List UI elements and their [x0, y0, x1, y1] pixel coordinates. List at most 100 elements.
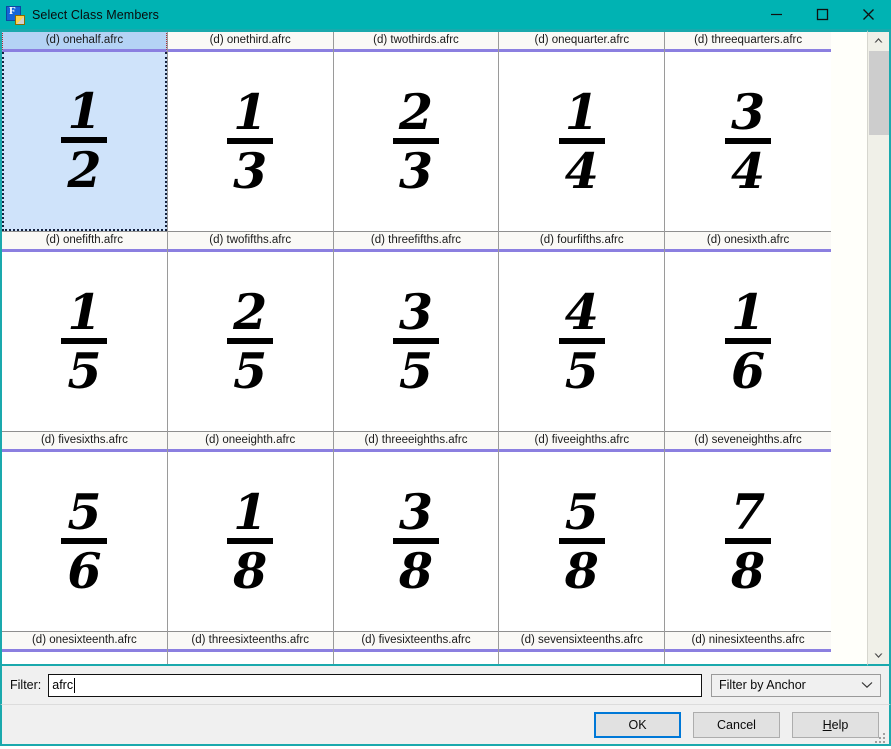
glyph-cell-label: (d) onehalf.afrc — [2, 32, 167, 52]
glyph-cell-label: (d) sevensixteenths.afrc — [499, 631, 665, 652]
glyph-cell[interactable]: (d) threefifths.afrc 3 5 — [333, 231, 500, 431]
glyph-preview: 18 — [167, 452, 333, 631]
window-controls — [753, 0, 891, 29]
scrollbar-thumb[interactable] — [868, 51, 889, 135]
glyph-cell[interactable]: (d) fivesixteenths.afrc516 — [333, 631, 500, 664]
window-title: Select Class Members — [32, 7, 160, 22]
filter-label: Filter: — [10, 678, 42, 692]
glyph-cell-label: (d) onesixteenth.afrc — [2, 631, 167, 652]
glyph-cell[interactable]: (d) sevensixteenths.afrc716 — [499, 631, 666, 664]
maximize-button[interactable] — [799, 0, 845, 29]
glyph-preview: 34 — [665, 52, 831, 231]
scrollbar-track[interactable] — [868, 49, 889, 647]
fraction-denominator: 3 — [233, 142, 268, 200]
glyph-cell[interactable]: (d) threesixteenths.afrc316 — [167, 631, 334, 664]
fraction-glyph: 45 — [558, 287, 605, 400]
fraction-numerator: 2 — [233, 282, 268, 341]
glyph-cell[interactable]: (d) fiveeighths.afrc 5 8 — [499, 431, 666, 631]
glyph-preview: 58 — [499, 452, 665, 631]
glyph-cell[interactable]: (d) fivesixths.afrc 5 6 — [2, 431, 168, 631]
scroll-down-button[interactable] — [869, 647, 889, 664]
fraction-denominator: 4 — [564, 142, 599, 200]
fraction-denominator: 2 — [67, 141, 102, 199]
ok-button[interactable]: OK — [594, 711, 681, 738]
fraction-denominator: 6 — [67, 542, 102, 600]
glyph-cell[interactable]: (d) twothirds.afrc 2 3 — [333, 32, 500, 231]
glyph-cell[interactable]: (d) fourfifths.afrc 4 5 — [499, 231, 666, 431]
glyph-cell-label: (d) ninesixteenths.afrc — [665, 631, 831, 652]
fraction-denominator: 8 — [398, 542, 434, 600]
glyph-preview: 56 — [2, 452, 167, 631]
dialog-button-bar: OK Cancel Help — [0, 704, 891, 746]
glyph-grid-viewport[interactable]: (d) onehalf.afrc 1 2 (d) onethird.afrc 1 3 (d)… — [0, 30, 867, 666]
ok-button-label: OK — [628, 717, 647, 732]
glyph-cell-label: (d) fiveeighths.afrc — [499, 431, 665, 452]
fraction-glyph: 23 — [392, 87, 439, 196]
glyph-cell-label: (d) fivesixths.afrc — [2, 431, 167, 452]
glyph-preview: 116 — [2, 652, 167, 664]
glyph-cell-label: (d) onesixth.afrc — [665, 231, 831, 252]
filter-bar: Filter: afrc Filter by Anchor — [0, 666, 891, 704]
fraction-glyph: 58 — [558, 482, 605, 596]
glyph-browser: (d) onehalf.afrc 1 2 (d) onethird.afrc 1 3 (d)… — [0, 29, 891, 666]
glyph-cell[interactable]: (d) threeeighths.afrc 3 8 — [333, 431, 500, 631]
fraction-glyph: 16 — [725, 287, 772, 400]
fraction-glyph: 14 — [558, 87, 605, 200]
glyph-grid: (d) onehalf.afrc 1 2 (d) onethird.afrc 1 3 (d)… — [2, 32, 867, 664]
glyph-cell[interactable]: (d) ninesixteenths.afrc916 — [665, 631, 831, 664]
glyph-preview: 13 — [167, 52, 333, 231]
glyph-cell[interactable]: (d) oneeighth.afrc 1 8 — [167, 431, 334, 631]
fraction-denominator: 5 — [564, 342, 599, 400]
glyph-cell-label: (d) onethird.afrc — [167, 32, 333, 52]
glyph-cell[interactable]: (d) seveneighths.afrc 7 8 — [665, 431, 831, 631]
glyph-cell[interactable]: (d) onesixteenth.afrc116 — [2, 631, 168, 664]
glyph-cell[interactable]: (d) onesixth.afrc 1 6 — [665, 231, 831, 431]
glyph-cell[interactable]: (d) twofifths.afrc 2 5 — [167, 231, 334, 431]
glyph-cell[interactable]: (d) onefifth.afrc 1 5 — [2, 231, 168, 431]
fraction-numerator: 5 — [67, 482, 102, 541]
filter-input[interactable]: afrc — [48, 673, 702, 697]
chevron-down-icon — [861, 678, 873, 692]
glyph-cell[interactable]: (d) onehalf.afrc 1 2 — [2, 32, 168, 231]
fraction-denominator: 8 — [731, 542, 766, 600]
glyph-preview: 16 — [665, 252, 831, 431]
help-button[interactable]: Help — [792, 711, 879, 738]
fraction-numerator: 1 — [67, 81, 102, 140]
fraction-denominator: 6 — [731, 342, 766, 400]
fraction-numerator: 5 — [564, 482, 599, 541]
glyph-preview: 35 — [333, 252, 499, 431]
cancel-button[interactable]: Cancel — [693, 711, 780, 738]
glyph-preview: 78 — [665, 452, 831, 631]
minimize-button[interactable] — [753, 0, 799, 29]
glyph-cell[interactable]: (d) threequarters.afrc 3 4 — [665, 32, 831, 231]
fraction-glyph: 38 — [392, 487, 439, 600]
glyph-cell[interactable]: (d) onequarter.afrc 1 4 — [499, 32, 666, 231]
close-button[interactable] — [845, 0, 891, 29]
resize-grip[interactable] — [875, 731, 886, 743]
fraction-numerator: 1 — [67, 282, 102, 341]
glyph-preview: 23 — [333, 52, 499, 231]
glyph-cell-label: (d) seveneighths.afrc — [665, 431, 831, 452]
fraction-glyph: 34 — [725, 87, 772, 200]
fraction-denominator: 8 — [233, 542, 268, 600]
scroll-up-button[interactable] — [869, 32, 889, 49]
fraction-glyph: 56 — [61, 482, 108, 600]
glyph-cell-label: (d) threefifths.afrc — [333, 231, 499, 252]
fraction-denominator: 5 — [233, 342, 268, 400]
filter-by-anchor-value: Filter by Anchor — [719, 678, 806, 692]
fontforge-icon — [6, 5, 25, 25]
help-button-accel: H — [822, 717, 832, 732]
text-caret — [74, 677, 76, 693]
glyph-cell-label: (d) threequarters.afrc — [665, 32, 831, 52]
fraction-denominator: 4 — [731, 142, 766, 200]
glyph-cell-label: (d) onefifth.afrc — [2, 231, 167, 252]
glyph-cell[interactable]: (d) onethird.afrc 1 3 — [167, 32, 334, 231]
vertical-scrollbar[interactable] — [867, 30, 891, 666]
filter-by-anchor-select[interactable]: Filter by Anchor — [711, 673, 881, 697]
filter-input-value: afrc — [52, 678, 74, 692]
glyph-cell-label: (d) oneeighth.afrc — [167, 431, 333, 452]
glyph-preview: 25 — [167, 252, 333, 431]
glyph-preview: 12 — [2, 52, 167, 231]
fraction-glyph: 15 — [61, 282, 108, 396]
glyph-cell-label: (d) fivesixteenths.afrc — [333, 631, 499, 652]
